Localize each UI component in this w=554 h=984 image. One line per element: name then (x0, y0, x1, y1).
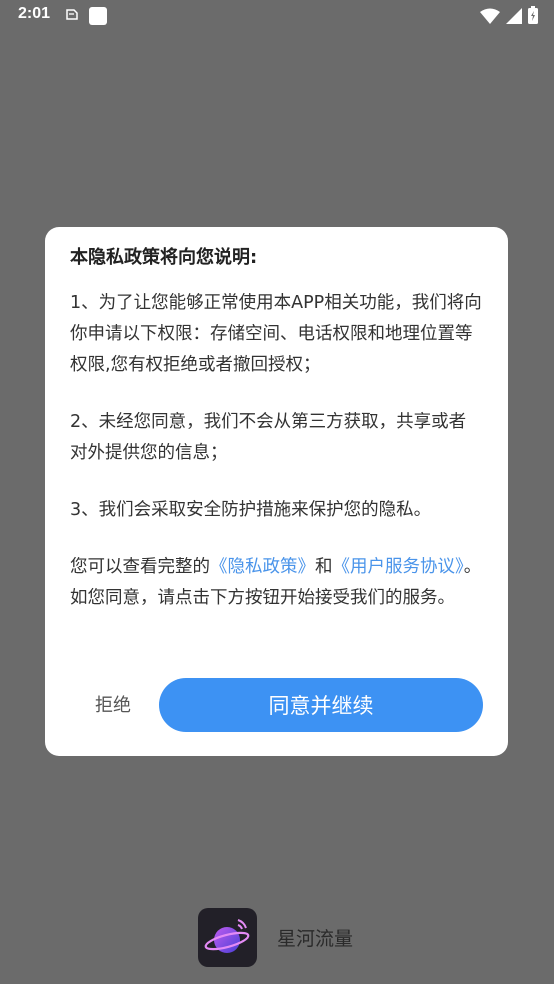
app-branding: 星河流量 (198, 908, 353, 967)
policy-paragraph: 您可以查看完整的《隐私政策》和《用户服务协议》。如您同意，请点击下方按钮开始接受… (70, 552, 482, 614)
reject-button[interactable]: 拒绝 (95, 691, 131, 717)
and-text: 和 (315, 557, 333, 577)
terms-of-service-link[interactable]: 《用户服务协议》 (333, 557, 464, 577)
battery-icon (528, 6, 538, 28)
app-logo-icon (198, 908, 257, 967)
notification-icon (64, 7, 79, 29)
consent-paragraph: 2、未经您同意，我们不会从第三方获取，共享或者对外提供您的信息； (70, 412, 467, 463)
status-left-icons (64, 7, 107, 29)
privacy-policy-link[interactable]: 《隐私政策》 (210, 557, 315, 577)
dialog-buttons: 拒绝 同意并继续 (45, 678, 508, 732)
permission-paragraph: 1、为了让您能够正常使用本APP相关功能，我们将向你申请以下权限：存储空间、电话… (70, 293, 482, 375)
wifi-icon (480, 8, 500, 28)
security-paragraph: 3、我们会采取安全防护措施来保护您的隐私。 (70, 500, 432, 520)
app-name: 星河流量 (277, 928, 354, 950)
dialog-title: 本隐私政策将向您说明: (70, 247, 258, 268)
agree-continue-button[interactable]: 同意并继续 (159, 678, 483, 732)
policy-prefix-text: 您可以查看完整的 (70, 557, 210, 577)
square-notification-icon (89, 7, 107, 29)
privacy-dialog: 本隐私政策将向您说明: 1、为了让您能够正常使用本APP相关功能，我们将向你申请… (45, 227, 508, 756)
status-time: 2:01 (18, 5, 51, 22)
status-bar: 2:01 (0, 0, 554, 30)
signal-icon (506, 8, 522, 28)
status-right-icons (480, 6, 538, 28)
